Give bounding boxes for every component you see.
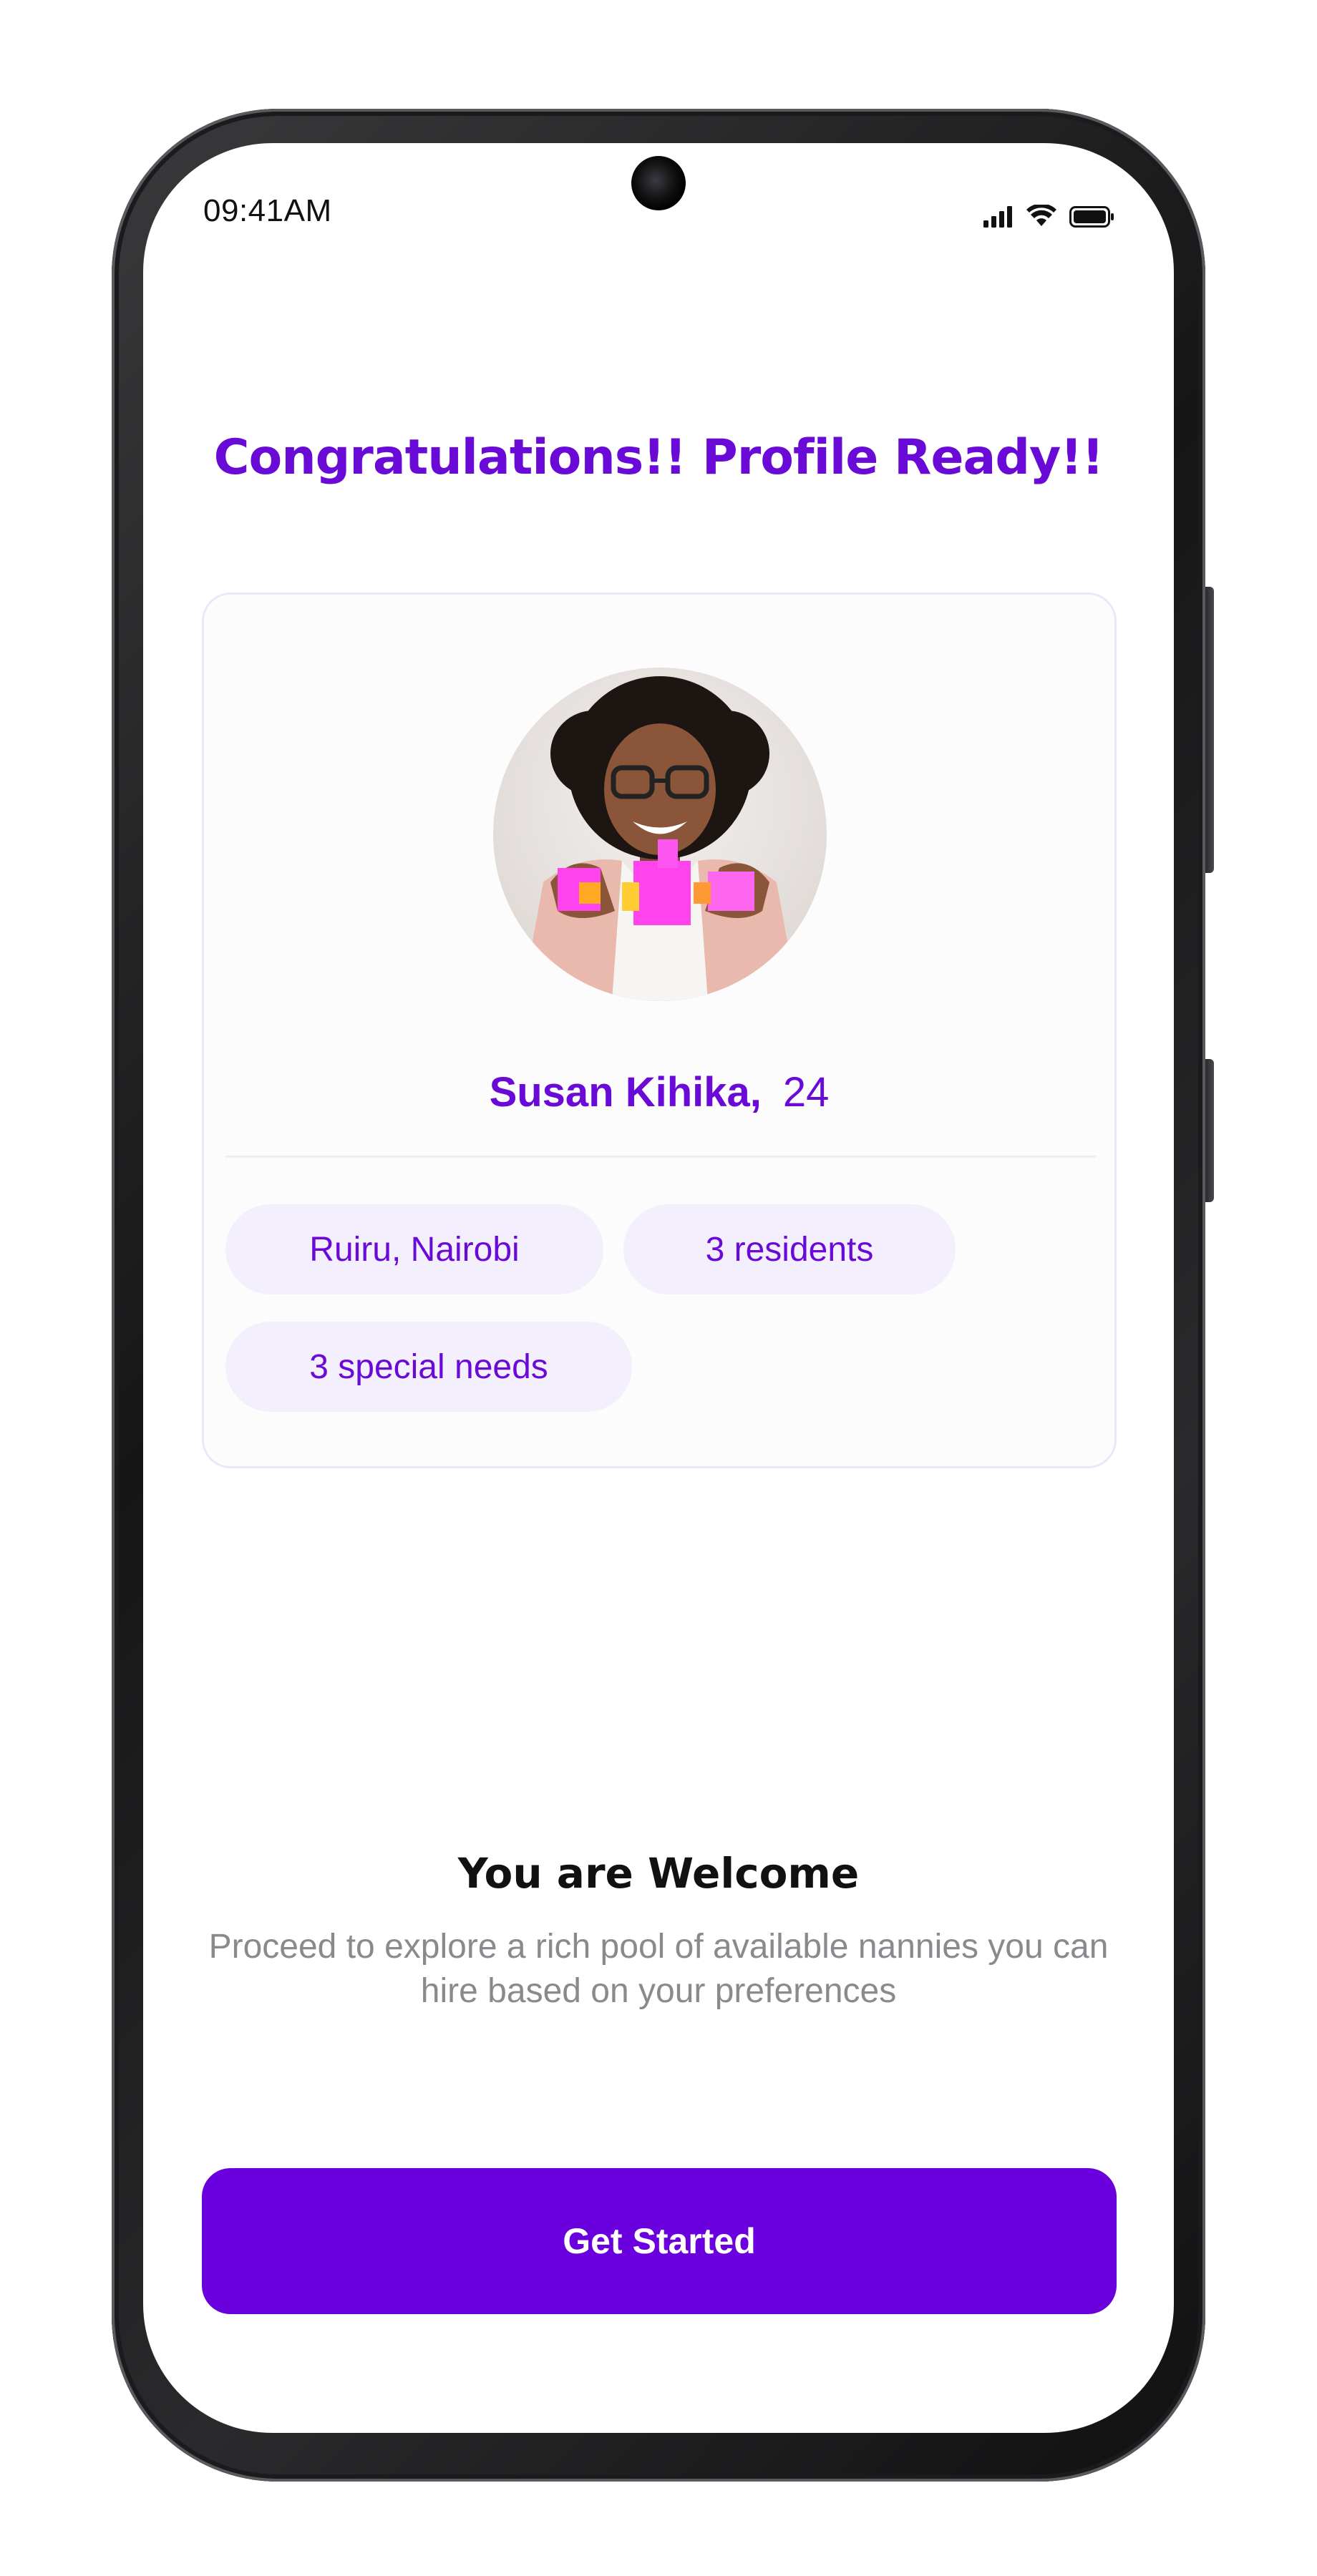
app-screen: 09:41AM Congratulations!! Profile Ready!… bbox=[143, 143, 1174, 2433]
profile-name-row: Susan Kihika, 24 bbox=[204, 1068, 1114, 1116]
volume-button bbox=[1205, 1059, 1214, 1202]
battery-icon bbox=[1069, 206, 1114, 228]
status-icons bbox=[983, 205, 1114, 228]
profile-name: Susan Kihika, bbox=[489, 1069, 762, 1116]
status-bar: 09:41AM bbox=[143, 143, 1174, 258]
get-started-button[interactable]: Get Started bbox=[202, 2168, 1117, 2314]
chip-special-needs: 3 special needs bbox=[225, 1322, 632, 1412]
wifi-icon bbox=[1026, 205, 1056, 226]
card-divider bbox=[225, 1156, 1096, 1158]
status-time: 09:41AM bbox=[203, 193, 332, 228]
page-title: Congratulations!! Profile Ready!! bbox=[213, 429, 1104, 486]
chip-residents: 3 residents bbox=[623, 1204, 956, 1294]
power-button bbox=[1205, 587, 1214, 873]
profile-avatar bbox=[493, 668, 827, 1001]
chip-location: Ruiru, Nairobi bbox=[225, 1204, 603, 1294]
welcome-text: Proceed to explore a rich pool of availa… bbox=[208, 1928, 1109, 2010]
signal-icon bbox=[983, 206, 1012, 228]
profile-photo-icon bbox=[493, 668, 827, 1001]
front-camera bbox=[631, 156, 686, 210]
profile-age: 24 bbox=[782, 1069, 830, 1116]
welcome-title: You are Welcome bbox=[457, 1849, 860, 1898]
profile-card: Susan Kihika, 24 Ruiru, Nairobi 3 residen… bbox=[202, 592, 1117, 1468]
